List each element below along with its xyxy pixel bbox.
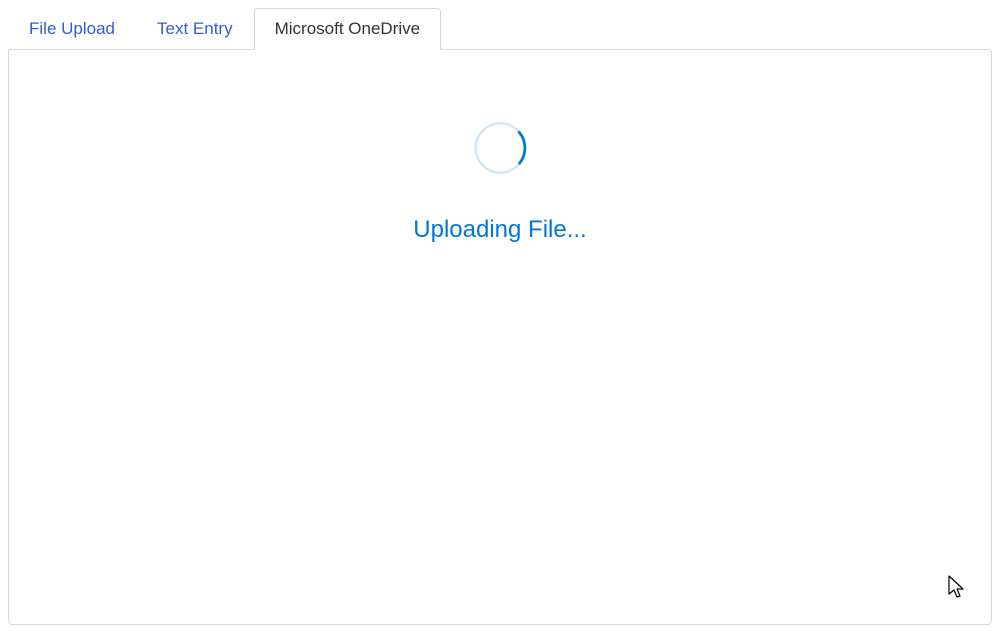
tab-label: File Upload (29, 19, 115, 38)
upload-status-container: Uploading File... (413, 120, 586, 244)
tab-text-entry[interactable]: Text Entry (136, 8, 254, 49)
tab-label: Microsoft OneDrive (275, 19, 420, 38)
upload-status-text: Uploading File... (413, 216, 586, 244)
mouse-cursor-icon (947, 574, 967, 600)
tabs-bar: File Upload Text Entry Microsoft OneDriv… (0, 0, 1000, 49)
tab-microsoft-onedrive[interactable]: Microsoft OneDrive (254, 8, 441, 50)
loading-spinner-icon (472, 120, 528, 176)
content-panel: Uploading File... (8, 49, 992, 625)
tab-label: Text Entry (157, 19, 233, 38)
tab-file-upload[interactable]: File Upload (8, 8, 136, 49)
